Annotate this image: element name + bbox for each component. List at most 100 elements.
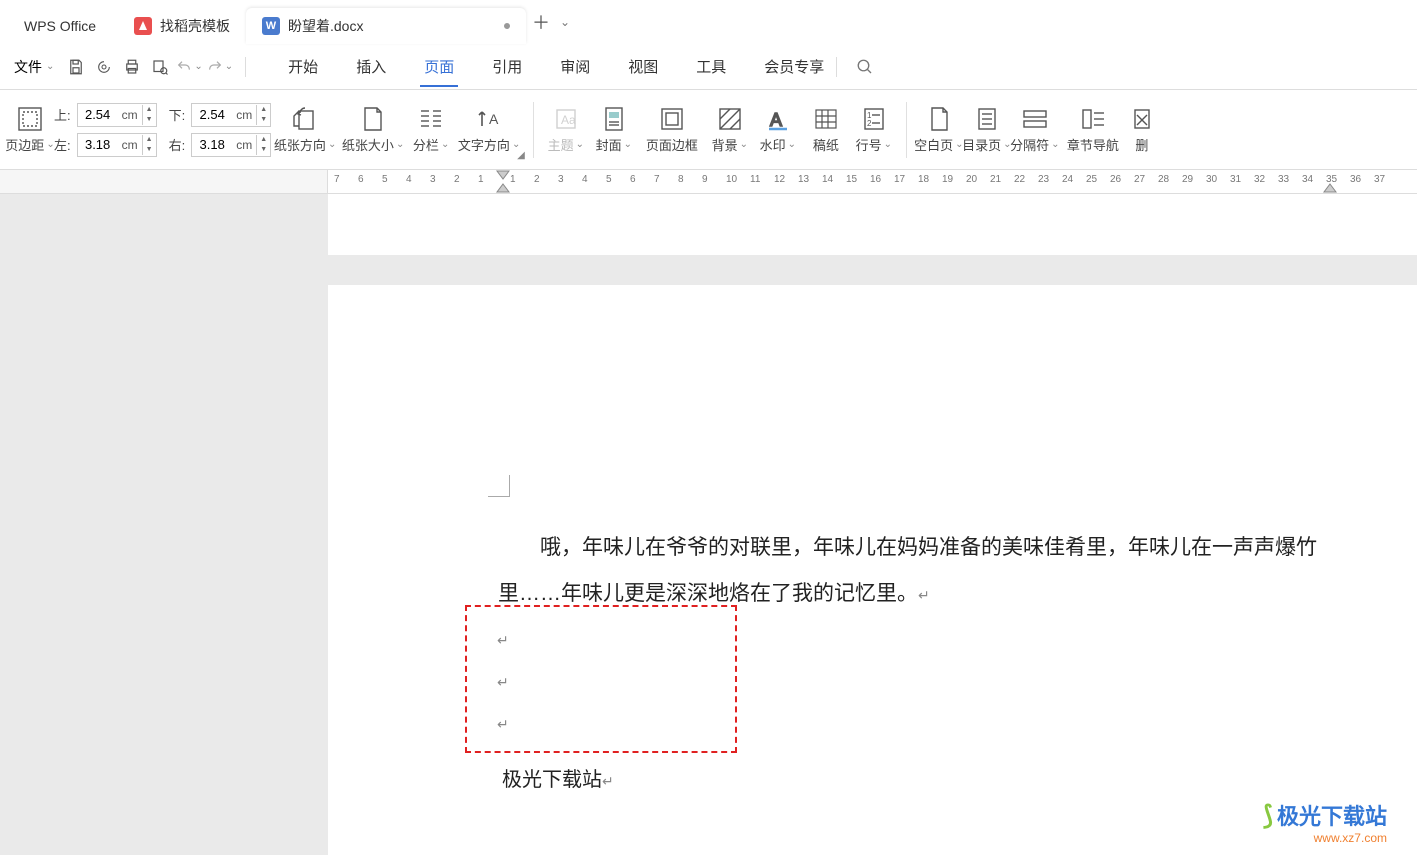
margin-right-value[interactable] (192, 134, 232, 156)
tab-references[interactable]: 引用 (488, 46, 526, 87)
svg-text:A: A (770, 110, 782, 130)
writing-paper-button[interactable]: 稿纸 (802, 97, 850, 163)
delete-icon (1128, 105, 1156, 133)
breaks-icon (1021, 105, 1049, 133)
print-button[interactable] (120, 55, 144, 79)
breaks-button[interactable]: 分隔符⌄ (1011, 97, 1059, 163)
chevron-down-icon[interactable]: ⌄ (225, 61, 233, 72)
tab-wps-home[interactable]: WPS Office (8, 8, 118, 44)
margin-left-input[interactable]: cm ▲▼ (77, 133, 157, 157)
page-border-button[interactable]: 页面边框 (638, 97, 706, 163)
svg-text:Aa: Aa (561, 113, 576, 127)
paragraph-mark: ↵ (918, 587, 930, 603)
margin-bottom-value[interactable] (192, 104, 232, 126)
margin-bottom-label: 下: (169, 105, 186, 124)
margin-left-label: 左: (54, 135, 71, 154)
margin-top-label: 上: (54, 105, 71, 124)
orientation-label: 纸张方向 (274, 135, 326, 154)
margin-right-input[interactable]: cm ▲▼ (191, 133, 271, 157)
document-area[interactable]: 哦，年味儿在爷爷的对联里，年味儿在妈妈准备的美味佳肴里，年味儿在一声声爆竹里……… (0, 194, 1417, 855)
sync-button[interactable] (92, 55, 116, 79)
delete-label: 删 (1135, 135, 1148, 154)
blank-page-button[interactable]: 空白页⌄ (915, 97, 963, 163)
writing-paper-icon (812, 105, 840, 133)
ribbon-tabs: 开始 插入 页面 引用 审阅 视图 工具 会员专享 (284, 46, 828, 87)
background-button[interactable]: 背景⌄ (706, 97, 754, 163)
paper-size-label: 纸张大小 (342, 135, 394, 154)
line-number-button[interactable]: 12 行号⌄ (850, 97, 898, 163)
paragraph-text: 哦，年味儿在爷爷的对联里，年味儿在妈妈准备的美味佳肴里，年味儿在一声声爆竹里……… (498, 536, 1317, 605)
template-icon (134, 17, 152, 35)
search-button[interactable] (853, 55, 877, 79)
text-direction-button[interactable]: A 文字方向⌄ (455, 97, 523, 163)
spin-up[interactable]: ▲ (143, 105, 156, 115)
tab-insert[interactable]: 插入 (352, 46, 390, 87)
tab-member[interactable]: 会员专享 (760, 46, 828, 87)
margins-icon (16, 105, 44, 133)
separator (906, 102, 907, 158)
print-preview-button[interactable] (148, 55, 172, 79)
tab-start[interactable]: 开始 (284, 46, 322, 87)
paragraph-mark: ↵ (497, 663, 705, 705)
tab-view[interactable]: 视图 (624, 46, 662, 87)
text-direction-label: 文字方向 (458, 135, 510, 154)
first-line-indent-marker[interactable] (496, 170, 510, 180)
horizontal-ruler[interactable]: 7654321123456789101112131415161718192021… (328, 170, 1417, 193)
delete-button[interactable]: 删 (1127, 97, 1157, 163)
unit-label: cm (118, 138, 142, 152)
page[interactable]: 哦，年味儿在爷爷的对联里，年味儿在妈妈准备的美味佳肴里，年味儿在一声声爆竹里……… (328, 285, 1417, 855)
toc-page-button[interactable]: 目录页⌄ (963, 97, 1011, 163)
new-tab-button[interactable]: ＋ (526, 9, 556, 35)
orientation-icon (291, 105, 319, 133)
save-button[interactable] (64, 55, 88, 79)
spin-down[interactable]: ▼ (143, 145, 156, 155)
paper-size-button[interactable]: 纸张大小⌄ (339, 97, 407, 163)
breaks-label: 分隔符 (1010, 135, 1049, 154)
caption-text[interactable]: 极光下载站↵ (502, 763, 614, 792)
margin-bottom-input[interactable]: cm ▲▼ (191, 103, 271, 127)
margin-top-input[interactable]: cm ▲▼ (77, 103, 157, 127)
spin-down[interactable]: ▼ (257, 145, 270, 155)
theme-button[interactable]: Aa 主题⌄ (542, 97, 590, 163)
margins-button[interactable]: 页边距⌄ (6, 97, 54, 163)
cover-button[interactable]: 封面⌄ (590, 97, 638, 163)
paragraph-mark: ↵ (497, 621, 705, 663)
file-menu[interactable]: 文件 ⌄ (8, 51, 60, 83)
text-box[interactable]: ↵ ↵ ↵ (465, 605, 737, 753)
spin-down[interactable]: ▼ (143, 115, 156, 125)
tab-review[interactable]: 审阅 (556, 46, 594, 87)
theme-icon: Aa (552, 105, 580, 133)
margins-label: 页边距 (5, 135, 44, 154)
spin-up[interactable]: ▲ (143, 135, 156, 145)
dialog-launcher[interactable]: ◢ (517, 150, 525, 161)
tab-page[interactable]: 页面 (420, 46, 458, 87)
columns-button[interactable]: 分栏⌄ (407, 97, 455, 163)
chevron-down-icon[interactable]: ⌄ (194, 61, 202, 72)
spin-down[interactable]: ▼ (257, 115, 270, 125)
spin-up[interactable]: ▲ (257, 135, 270, 145)
tab-document[interactable]: W 盼望着.docx (246, 8, 526, 44)
orientation-button[interactable]: 纸张方向⌄ (271, 97, 339, 163)
watermark-button[interactable]: A 水印⌄ (754, 97, 802, 163)
margin-top-value[interactable] (78, 104, 118, 126)
unsaved-indicator (504, 23, 510, 29)
redo-button[interactable]: ⌄ (207, 59, 233, 75)
undo-button[interactable]: ⌄ (176, 59, 202, 75)
hanging-indent-marker[interactable] (496, 183, 510, 193)
watermark-url: www.xz7.com (1263, 831, 1387, 845)
document-content[interactable]: 哦，年味儿在爷爷的对联里，年味儿在妈妈准备的美味佳肴里，年味儿在一声声爆竹里……… (498, 525, 1328, 617)
blank-page-icon (925, 105, 953, 133)
unit-label: cm (232, 108, 256, 122)
spin-up[interactable]: ▲ (257, 105, 270, 115)
tab-templates[interactable]: 找稻壳模板 (118, 8, 246, 44)
margin-left-value[interactable] (78, 134, 118, 156)
chapter-nav-button[interactable]: 章节导航 (1059, 97, 1127, 163)
watermark-text: 极光下载站 (1277, 799, 1387, 831)
writing-paper-label: 稿纸 (813, 135, 839, 154)
paragraph-mark: ↵ (602, 773, 614, 789)
tab-list-dropdown[interactable]: ⌄ (560, 15, 570, 29)
chapter-nav-icon (1079, 105, 1107, 133)
margin-right-label: 右: (169, 135, 186, 154)
tab-tools[interactable]: 工具 (692, 46, 730, 87)
file-menu-label: 文件 (14, 57, 42, 77)
